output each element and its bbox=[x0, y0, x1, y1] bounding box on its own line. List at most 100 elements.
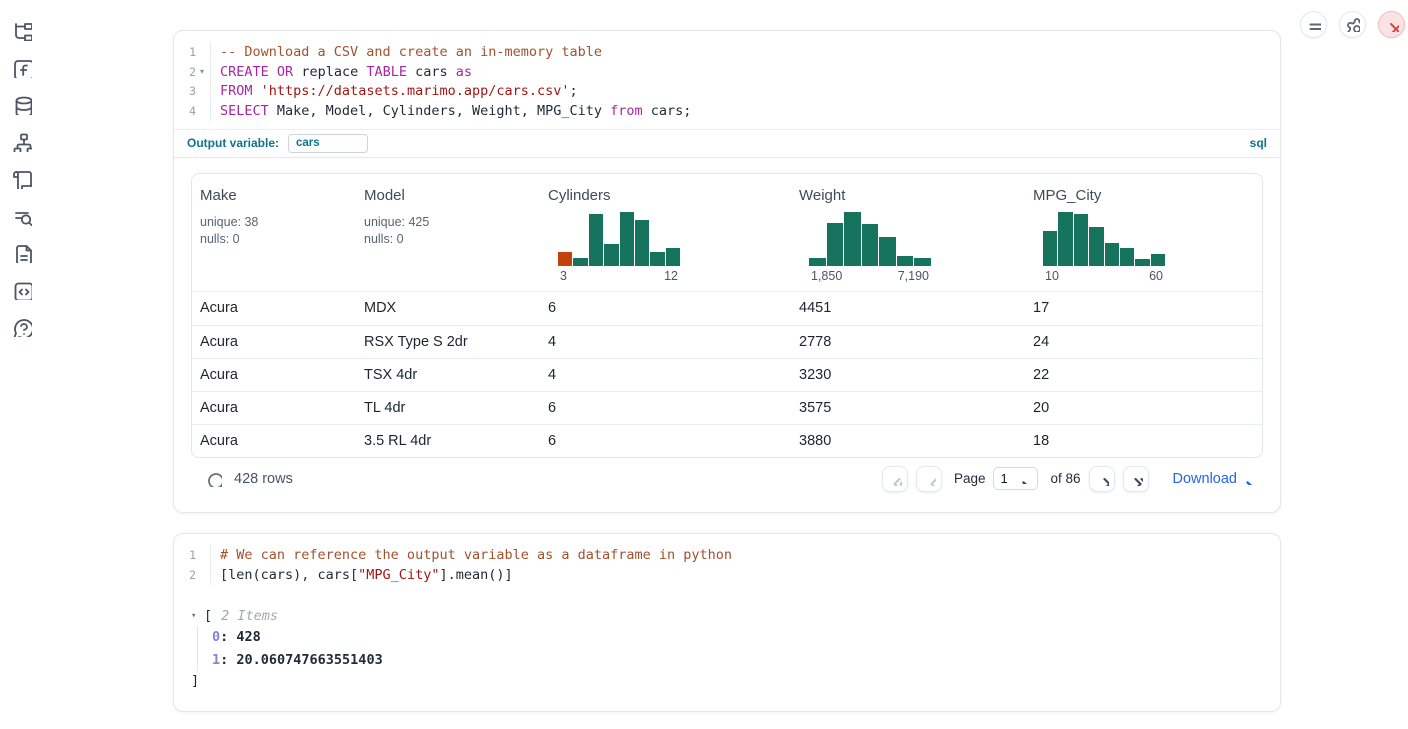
table-cell: Acura bbox=[192, 433, 356, 449]
sidebar-item-search-list[interactable] bbox=[12, 206, 32, 226]
download-button[interactable]: Download bbox=[1173, 471, 1254, 487]
chevrons-left-icon bbox=[888, 472, 902, 486]
histogram-bar[interactable] bbox=[635, 220, 649, 266]
column-header-weight[interactable]: Weight bbox=[799, 187, 1017, 204]
fold-chevron-icon[interactable]: ▾ bbox=[196, 67, 208, 76]
histogram-bar[interactable] bbox=[914, 258, 931, 266]
histogram-bar[interactable] bbox=[1058, 212, 1072, 266]
settings-button[interactable] bbox=[1339, 11, 1366, 38]
last-page-button[interactable] bbox=[1123, 466, 1149, 492]
table-cell: 3230 bbox=[791, 367, 1025, 383]
histogram-bar[interactable] bbox=[809, 258, 826, 266]
hist-max-label: 12 bbox=[664, 269, 678, 283]
list-entries: 0: 4281: 20.060747663551403 bbox=[197, 626, 1264, 671]
histogram-bar[interactable] bbox=[604, 244, 618, 266]
mpg-city-histogram[interactable]: 10 60 bbox=[1043, 212, 1165, 283]
table-cell: 18 bbox=[1025, 433, 1262, 449]
weight-histogram[interactable]: 1,850 7,190 bbox=[809, 212, 931, 283]
column-header-mpg-city[interactable]: MPG_City bbox=[1033, 187, 1254, 204]
stat-nulls: nulls: 0 bbox=[200, 231, 348, 248]
histogram-axis: 10 60 bbox=[1043, 266, 1165, 283]
sidebar-item-help-chat[interactable] bbox=[12, 317, 32, 337]
histogram-bar[interactable] bbox=[1135, 259, 1149, 265]
histogram-bar[interactable] bbox=[1120, 248, 1134, 265]
table-cell: 3575 bbox=[791, 400, 1025, 416]
sidebar bbox=[0, 0, 44, 729]
help-chat-icon bbox=[12, 317, 32, 337]
histogram-bar[interactable] bbox=[862, 224, 879, 266]
next-page-button[interactable] bbox=[1089, 466, 1115, 492]
histogram-bar[interactable] bbox=[650, 252, 664, 266]
histogram-bar[interactable] bbox=[1151, 254, 1165, 265]
stat-unique: unique: 425 bbox=[364, 214, 532, 231]
histogram-bar[interactable] bbox=[1105, 243, 1119, 266]
first-page-button[interactable] bbox=[882, 466, 908, 492]
cylinders-histogram[interactable]: 3 12 bbox=[558, 212, 680, 283]
menu-button[interactable] bbox=[1300, 11, 1327, 38]
line-number: 1 bbox=[174, 45, 196, 59]
column-header-cylinders[interactable]: Cylinders bbox=[548, 187, 783, 204]
histogram-bar[interactable] bbox=[1043, 231, 1057, 266]
items-count-label: 2 Items bbox=[221, 608, 278, 624]
language-badge[interactable]: sql bbox=[1250, 136, 1267, 150]
table-cell: 2778 bbox=[791, 334, 1025, 350]
histogram-bar[interactable] bbox=[879, 237, 896, 266]
sql-cell: 1-- Download a CSV and create an in-memo… bbox=[173, 30, 1281, 513]
scroll-icon bbox=[12, 169, 32, 189]
histogram-bar[interactable] bbox=[897, 256, 914, 266]
histogram-bar[interactable] bbox=[589, 214, 603, 265]
code-line[interactable]: 1-- Download a CSV and create an in-memo… bbox=[174, 42, 1280, 62]
sidebar-item-scroll[interactable] bbox=[12, 169, 32, 189]
page-total: of 86 bbox=[1050, 471, 1080, 486]
code-line[interactable]: 2▾CREATE OR replace TABLE cars as bbox=[174, 62, 1280, 82]
column-header-make[interactable]: Make bbox=[200, 187, 348, 204]
table-cell: TSX 4dr bbox=[356, 367, 540, 383]
window-controls bbox=[1300, 11, 1405, 38]
code-line[interactable]: 2[len(cars), cars["MPG_City"].mean()] bbox=[174, 565, 1280, 585]
list-output: ▾ [ 2 Items 0: 4281: 20.060747663551403 … bbox=[174, 593, 1280, 691]
output-variable-input[interactable] bbox=[288, 134, 368, 153]
histogram-axis: 1,850 7,190 bbox=[809, 266, 931, 283]
table-cell: 24 bbox=[1025, 334, 1262, 350]
line-number: 1 bbox=[174, 548, 196, 562]
sidebar-item-database[interactable] bbox=[12, 95, 32, 115]
menu-icon bbox=[1306, 17, 1321, 32]
histogram-bar[interactable] bbox=[558, 252, 572, 266]
table-cell: 20 bbox=[1025, 400, 1262, 416]
page-select[interactable]: 1 bbox=[993, 467, 1038, 490]
python-cell: 1# We can reference the output variable … bbox=[173, 533, 1281, 712]
histogram-bar[interactable] bbox=[1074, 214, 1088, 265]
code-line[interactable]: 4SELECT Make, Model, Cylinders, Weight, … bbox=[174, 101, 1280, 121]
code-line[interactable]: 1# We can reference the output variable … bbox=[174, 545, 1280, 565]
histogram-bar[interactable] bbox=[666, 248, 680, 266]
table-cell: RSX Type S 2dr bbox=[356, 334, 540, 350]
table-footer: 428 rows Page 1 of 86 Download bbox=[191, 458, 1263, 500]
column-header-model[interactable]: Model bbox=[364, 187, 532, 204]
sidebar-item-file-tree[interactable] bbox=[12, 21, 32, 41]
sql-code-editor[interactable]: 1-- Download a CSV and create an in-memo… bbox=[174, 31, 1280, 129]
sidebar-item-function-square[interactable] bbox=[12, 58, 32, 78]
histogram-axis: 3 12 bbox=[558, 266, 680, 283]
sidebar-item-code-box[interactable] bbox=[12, 280, 32, 300]
python-code-editor[interactable]: 1# We can reference the output variable … bbox=[174, 534, 1280, 593]
page-label: Page bbox=[954, 471, 986, 486]
histogram-bar[interactable] bbox=[620, 212, 634, 266]
previous-page-button[interactable] bbox=[916, 466, 942, 492]
histogram-bar[interactable] bbox=[573, 258, 587, 266]
code-line[interactable]: 3FROM 'https://datasets.marimo.app/cars.… bbox=[174, 81, 1280, 101]
table-cell: 6 bbox=[540, 433, 791, 449]
search-icon[interactable] bbox=[205, 470, 222, 487]
sidebar-item-network[interactable] bbox=[12, 132, 32, 152]
histogram-bar[interactable] bbox=[827, 223, 844, 266]
table-cell: 3.5 RL 4dr bbox=[356, 433, 540, 449]
collapse-chevron-icon[interactable]: ▾ bbox=[191, 611, 204, 621]
line-number: 2 bbox=[174, 65, 196, 79]
histogram-bar[interactable] bbox=[1089, 227, 1103, 265]
sidebar-item-document[interactable] bbox=[12, 243, 32, 263]
line-number: 3 bbox=[174, 84, 196, 98]
histogram-bar[interactable] bbox=[844, 212, 861, 266]
chevron-down-icon bbox=[1241, 473, 1253, 485]
table-cell: 3880 bbox=[791, 433, 1025, 449]
close-button[interactable] bbox=[1378, 11, 1405, 38]
table-cell: 22 bbox=[1025, 367, 1262, 383]
